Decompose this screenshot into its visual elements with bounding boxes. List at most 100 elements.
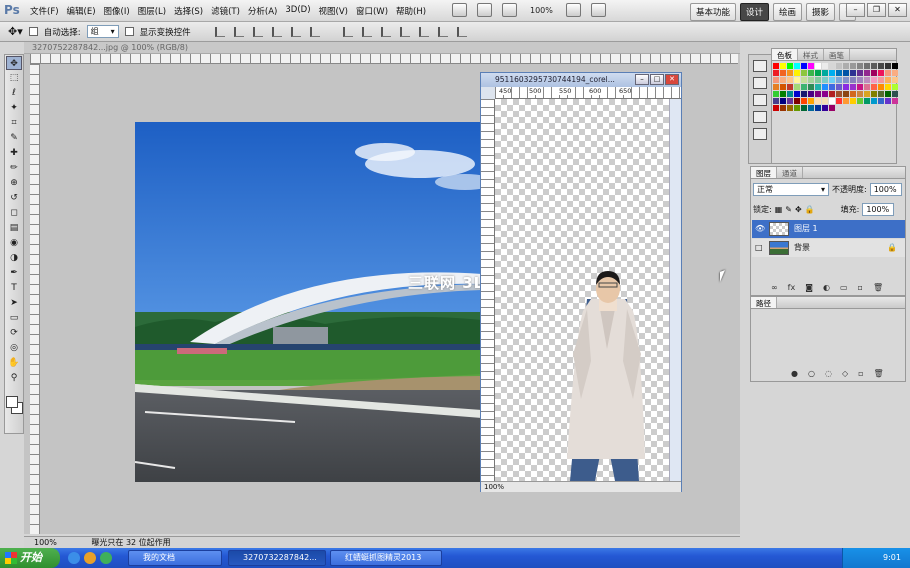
color-swatch[interactable] <box>885 91 891 97</box>
color-swatch[interactable] <box>808 98 814 104</box>
marquee-tool-icon[interactable]: ⬚ <box>6 71 22 85</box>
color-swatch[interactable] <box>878 84 884 90</box>
clone-stamp-tool-icon[interactable]: ⊕ <box>6 176 22 190</box>
taskbar-task[interactable]: 红蜻蜓抓图精灵2013 <box>330 550 442 566</box>
color-swatch[interactable] <box>815 105 821 111</box>
color-swatch[interactable] <box>815 70 821 76</box>
color-swatch[interactable] <box>843 84 849 90</box>
status-info[interactable]: 曝光只在 32 位起作用 <box>59 538 170 547</box>
color-swatch[interactable] <box>794 70 800 76</box>
color-swatch[interactable] <box>878 63 884 69</box>
color-swatch[interactable] <box>850 91 856 97</box>
color-swatch[interactable] <box>808 84 814 90</box>
color-swatch[interactable] <box>801 77 807 83</box>
view-extras-icon[interactable] <box>502 3 517 17</box>
color-swatch[interactable] <box>829 77 835 83</box>
color-swatch[interactable] <box>864 63 870 69</box>
gradient-tool-icon[interactable]: ▤ <box>6 221 22 235</box>
eraser-tool-icon[interactable]: ◻ <box>6 206 22 220</box>
color-swatch[interactable] <box>801 84 807 90</box>
color-swatch[interactable] <box>801 105 807 111</box>
color-swatch[interactable] <box>801 63 807 69</box>
color-swatch[interactable] <box>787 63 793 69</box>
color-swatch[interactable] <box>808 63 814 69</box>
color-swatch[interactable] <box>857 63 863 69</box>
menu-item[interactable]: 3D(D) <box>285 5 310 17</box>
color-swatch[interactable] <box>892 63 898 69</box>
tab-layers[interactable]: 图层 <box>751 167 777 178</box>
workspace-button[interactable]: 绘画 <box>773 3 803 21</box>
move-tool-icon[interactable]: ✥ <box>6 56 22 70</box>
color-swatch[interactable] <box>773 77 779 83</box>
lock-all-icon[interactable]: 🔒 <box>805 205 815 214</box>
color-swatch[interactable] <box>773 70 779 76</box>
shape-tool-icon[interactable]: ▭ <box>6 311 22 325</box>
color-swatch[interactable] <box>815 91 821 97</box>
align-left-icon[interactable] <box>271 26 282 37</box>
color-swatch[interactable] <box>787 91 793 97</box>
align-hcenter-icon[interactable] <box>290 26 301 37</box>
layer-style-icon[interactable]: fx <box>788 283 796 292</box>
color-swatch[interactable] <box>822 70 828 76</box>
taskbar-task[interactable]: 3270732287842... <box>228 550 326 566</box>
bridge-icon[interactable] <box>452 3 467 17</box>
color-swatch[interactable] <box>836 84 842 90</box>
path-select-tool-icon[interactable]: ➤ <box>6 296 22 310</box>
color-swatch[interactable] <box>822 105 828 111</box>
color-swatch[interactable] <box>773 84 779 90</box>
auto-select-dropdown[interactable]: 组 ▾ <box>86 25 119 38</box>
color-swatch[interactable] <box>822 63 828 69</box>
blur-tool-icon[interactable]: ◉ <box>6 236 22 250</box>
workspace-button[interactable]: 摄影 <box>806 3 836 21</box>
color-swatch[interactable] <box>878 77 884 83</box>
color-swatch[interactable] <box>787 98 793 104</box>
color-swatch[interactable] <box>857 91 863 97</box>
color-swatch[interactable] <box>822 77 828 83</box>
history-brush-tool-icon[interactable]: ↺ <box>6 191 22 205</box>
align-top-icon[interactable] <box>214 26 225 37</box>
restore-icon[interactable]: ❐ <box>867 3 886 17</box>
close-icon[interactable]: ✕ <box>888 3 907 17</box>
zoom-tool-icon[interactable]: ⚲ <box>6 371 22 385</box>
color-swatch[interactable] <box>773 98 779 104</box>
distribute-hcenter-icon[interactable] <box>418 26 429 37</box>
color-swatch[interactable] <box>892 77 898 83</box>
color-swatch[interactable] <box>871 98 877 104</box>
crop-tool-icon[interactable]: ⌗ <box>6 116 22 130</box>
color-swatch[interactable] <box>822 84 828 90</box>
color-swatch[interactable] <box>864 84 870 90</box>
healing-brush-tool-icon[interactable]: ✚ <box>6 146 22 160</box>
menu-item[interactable]: 分析(A) <box>248 5 277 17</box>
color-swatch[interactable] <box>836 91 842 97</box>
color-swatch[interactable] <box>836 77 842 83</box>
color-swatch[interactable] <box>871 91 877 97</box>
opacity-field[interactable]: 100% <box>869 183 902 196</box>
color-swatch[interactable] <box>808 70 814 76</box>
transparent-canvas[interactable] <box>495 99 669 481</box>
distribute-right-icon[interactable] <box>437 26 448 37</box>
layer-row-background[interactable]: □ 背景 🔒 <box>752 239 905 257</box>
color-swatch[interactable] <box>829 91 835 97</box>
minimize-icon[interactable]: – <box>846 3 865 17</box>
menu-item[interactable]: 视图(V) <box>319 5 348 17</box>
lock-pixels-icon[interactable]: ✎ <box>785 205 792 214</box>
color-swatch[interactable] <box>787 105 793 111</box>
layer-row-selected[interactable]: 👁 图层 1 <box>752 220 905 238</box>
status-zoom[interactable]: 100% <box>24 538 57 547</box>
color-swatch[interactable] <box>829 98 835 104</box>
color-swatch[interactable] <box>829 84 835 90</box>
color-swatch[interactable] <box>773 91 779 97</box>
color-swatch[interactable] <box>864 77 870 83</box>
color-swatch[interactable] <box>892 91 898 97</box>
color-swatch[interactable] <box>850 84 856 90</box>
adjustment-layer-icon[interactable]: ◐ <box>823 283 830 292</box>
color-swatch[interactable] <box>878 70 884 76</box>
doc-minimize-icon[interactable]: – <box>635 74 649 85</box>
color-swatch[interactable] <box>864 70 870 76</box>
distribute-bottom-icon[interactable] <box>380 26 391 37</box>
color-swatch[interactable] <box>836 63 842 69</box>
distribute-vcenter-icon[interactable] <box>361 26 372 37</box>
fill-field[interactable]: 100% <box>862 203 895 216</box>
color-swatch[interactable] <box>871 70 877 76</box>
distribute-left-icon[interactable] <box>399 26 410 37</box>
